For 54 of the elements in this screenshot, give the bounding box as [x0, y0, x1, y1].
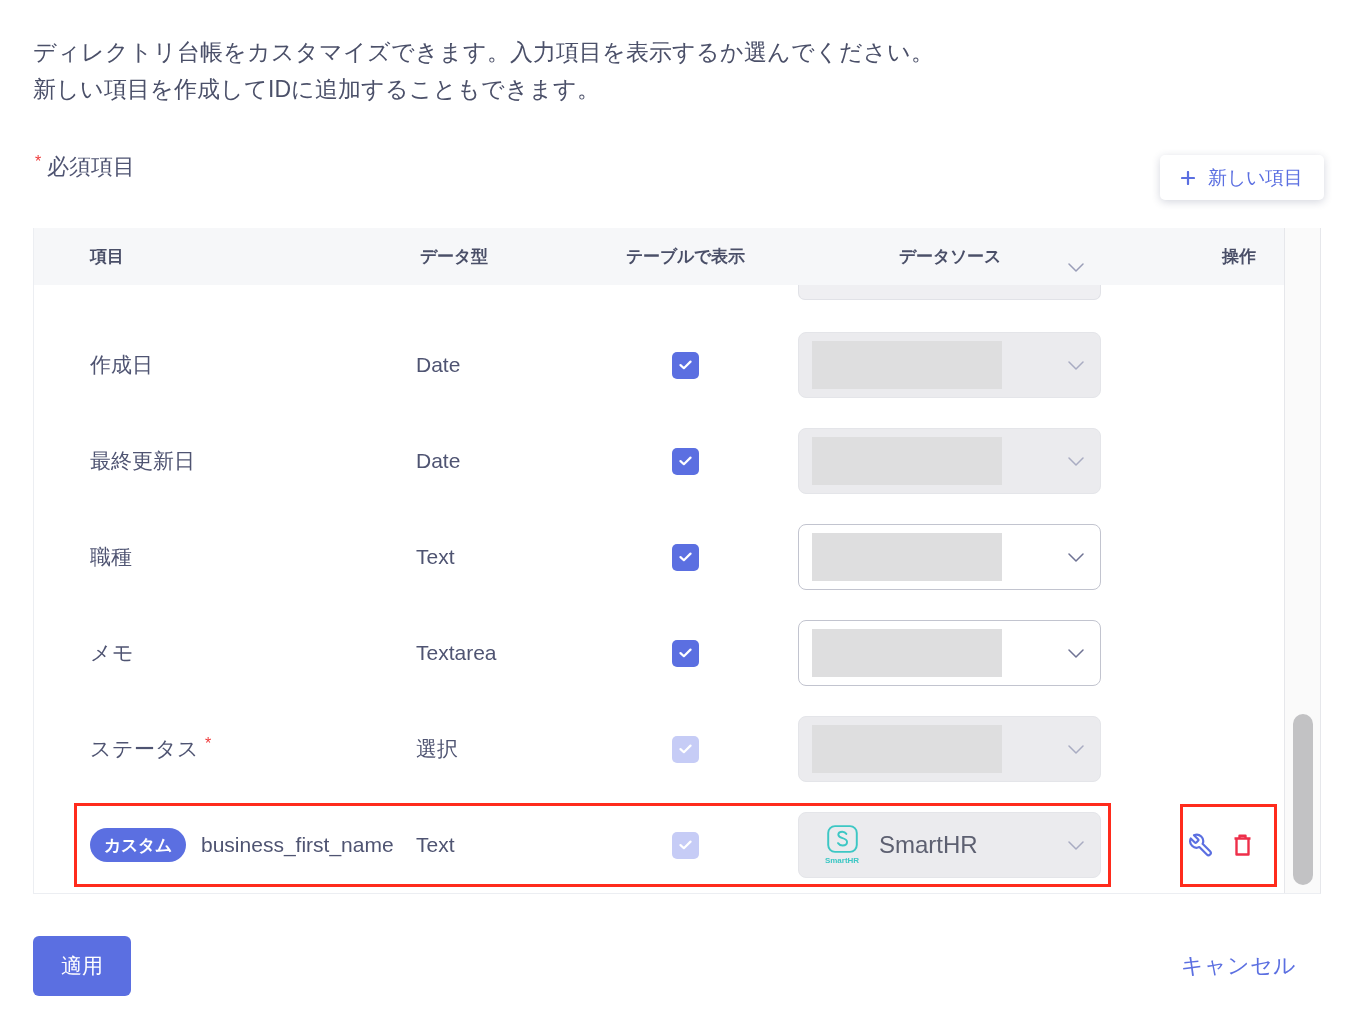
legend-label: 必須項目 — [47, 153, 136, 181]
checkbox[interactable] — [671, 639, 699, 667]
check-icon — [678, 552, 692, 562]
logo-caption: SmartHR — [824, 856, 860, 865]
check-icon — [678, 744, 692, 754]
select-field[interactable] — [798, 524, 1101, 590]
check-icon — [678, 360, 692, 370]
field-name: メモ — [90, 640, 134, 666]
chevron-down-icon — [1068, 360, 1084, 370]
column-header: 操作 — [1222, 246, 1256, 268]
apply-button[interactable]: 適用 — [33, 936, 131, 996]
chevron-down-icon — [1068, 552, 1084, 562]
check-icon — [678, 648, 692, 658]
select-field[interactable] — [798, 285, 1101, 300]
chevron-down-icon — [1068, 263, 1084, 272]
custom-tag: カスタム — [90, 828, 186, 862]
required-mark: * — [35, 152, 42, 172]
field-name: business_first_name — [201, 833, 394, 857]
field-name: 職種 — [90, 544, 132, 570]
check-icon — [678, 456, 692, 466]
intro-text: ディレクトリ台帳をカスタマイズできます。入力項目を表示するか選んでください。 新しい項目を作成してIDに追加することもできます。 — [33, 38, 935, 104]
data-type: 選択 — [416, 737, 458, 760]
field-name: 作成日 — [90, 352, 153, 378]
field-name: 最終更新日 — [90, 448, 195, 474]
checkbox[interactable] — [671, 351, 699, 379]
data-type: Date — [416, 449, 461, 472]
cancel-link[interactable]: キャンセル — [1181, 951, 1321, 981]
check-icon — [678, 840, 692, 850]
scrollbar-thumb[interactable] — [1292, 714, 1313, 885]
new-item-button[interactable]: 新しい項目 — [1160, 155, 1324, 200]
select-field[interactable] — [798, 620, 1101, 686]
plus-icon — [1181, 170, 1195, 185]
chevron-down-icon — [1068, 648, 1084, 658]
logo-icon — [826, 825, 858, 853]
chevron-down-icon — [1068, 456, 1084, 466]
delete-button[interactable] — [1233, 834, 1252, 856]
chevron-down-icon — [1068, 840, 1084, 850]
data-type: Textarea — [416, 641, 497, 664]
trash-icon — [1233, 834, 1252, 856]
column-header: データ型 — [419, 246, 489, 268]
chevron-down-icon — [1068, 744, 1084, 754]
select-value: SmartHR — [879, 831, 978, 859]
wrench-icon — [1188, 831, 1214, 859]
field-name: ステータス — [90, 736, 199, 762]
data-type: Text — [416, 545, 455, 568]
required-mark: * — [205, 735, 212, 753]
column-header: データソース — [898, 246, 1001, 268]
data-type: Text — [416, 833, 455, 856]
edit-button[interactable] — [1188, 831, 1214, 859]
checkbox[interactable] — [671, 543, 699, 571]
data-type: Date — [416, 353, 461, 376]
column-header: 項目 — [88, 246, 125, 268]
column-header: テーブルで表示 — [625, 246, 745, 268]
checkbox[interactable] — [671, 447, 699, 475]
